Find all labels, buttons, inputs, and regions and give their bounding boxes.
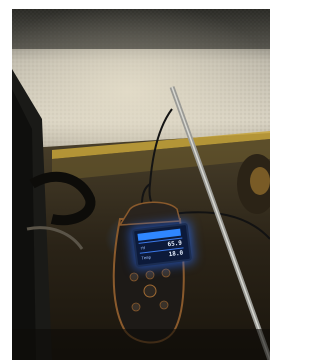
- keypad-button: [131, 302, 141, 312]
- screen-row-label: Temp: [141, 254, 152, 261]
- keypad-button: [161, 268, 171, 278]
- photo-scene: [12, 9, 270, 360]
- meter-screen: rH 65.9 Temp 18.0: [131, 222, 193, 268]
- keypad-button: [159, 300, 169, 310]
- keypad-button: [129, 272, 139, 282]
- bottom-shadow: [12, 329, 270, 360]
- ceiling-shadow: [12, 9, 270, 49]
- screen-row-value: 18.0: [168, 249, 184, 259]
- keypad-button: [145, 270, 155, 280]
- nav-button: [143, 284, 157, 298]
- photo: rH 65.9 Temp 18.0: [12, 9, 270, 360]
- right-object-highlight: [250, 167, 270, 195]
